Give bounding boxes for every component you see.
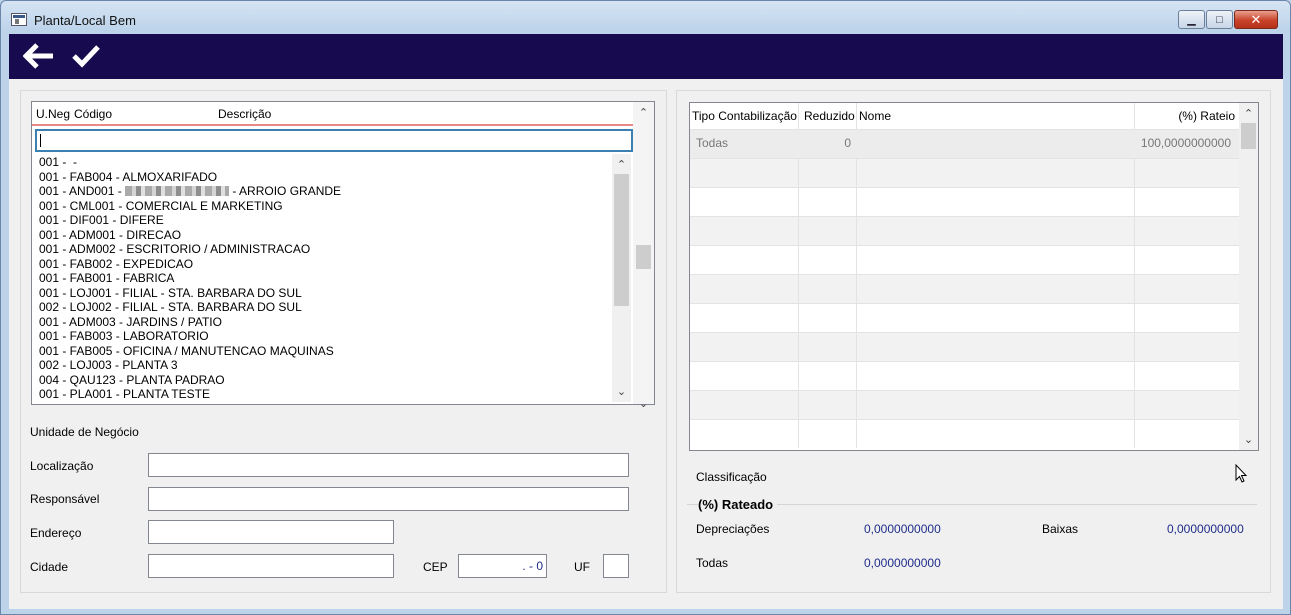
list-item[interactable]: 001 - DIF001 - DIFERE (39, 213, 164, 228)
list-item[interactable]: 001 - AND001 - - ARROIO GRANDE (39, 184, 341, 199)
scroll-thumb[interactable] (636, 245, 651, 269)
list-item[interactable]: 001 - FAB005 - OFICINA / MANUTENCAO MAQU… (39, 344, 334, 359)
col-codigo: Código (74, 107, 113, 121)
maximize-icon: □ (1216, 13, 1223, 26)
grid-header: Tipo Contabilização Reduzido Nome (%) Ra… (690, 103, 1239, 129)
baixas-value: 0,0000000000 (1167, 522, 1244, 536)
list-item[interactable]: 001 - FAB003 - LABORATORIO (39, 329, 209, 344)
cep-field[interactable]: . - 0 (458, 554, 547, 578)
search-input[interactable] (35, 129, 633, 152)
scroll-up-icon[interactable]: ⌃ (1239, 105, 1258, 122)
table-row[interactable] (690, 361, 1239, 390)
uf-field[interactable] (603, 554, 629, 578)
list-item[interactable]: 004 - QAU123 - PLANTA PADRAO (39, 373, 225, 388)
cidade-field[interactable] (148, 554, 394, 578)
list-item[interactable]: 001 - ADM002 - ESCRITORIO / ADMINISTRACA… (39, 242, 310, 257)
table-row[interactable] (690, 303, 1239, 332)
col-rateio: (%) Rateio (1178, 109, 1235, 123)
confirm-button[interactable] (69, 40, 103, 72)
back-button[interactable] (22, 40, 56, 72)
scroll-thumb[interactable] (614, 174, 629, 306)
list-item[interactable]: 001 - FAB001 - FABRICA (39, 271, 174, 286)
grid-scrollbar[interactable]: ⌃ ⌄ (1239, 103, 1258, 450)
table-row[interactable] (690, 187, 1239, 216)
checkmark-icon (72, 45, 100, 68)
responsavel-label: Responsável (30, 492, 100, 506)
maximize-button[interactable]: □ (1206, 10, 1233, 29)
unidade-label: Unidade de Negócio (30, 425, 139, 439)
close-icon: ✕ (1250, 11, 1262, 27)
list-item[interactable]: 001 - FAB002 - EXPEDICAO (39, 257, 193, 272)
cell-reduzido: 0 (844, 136, 851, 150)
list-item[interactable]: 001 - ADM003 - JARDINS / PATIO (39, 315, 222, 330)
planta-listbox[interactable]: U.Neg Código Descrição ⌃ ⌄ 001 - - 001 -… (31, 101, 655, 410)
list-header: U.Neg Código Descrição (32, 102, 633, 126)
todas-value: 0,0000000000 (864, 556, 941, 570)
scroll-up-icon[interactable]: ⌃ (612, 156, 631, 173)
col-tipo: Tipo Contabilização (692, 109, 797, 123)
list-item[interactable]: 001 - ADM001 - DIRECAO (39, 228, 181, 243)
table-row[interactable] (690, 216, 1239, 245)
cell-rateio: 100,0000000000 (1140, 136, 1231, 150)
list-item[interactable]: 001 - - (39, 155, 77, 170)
scroll-down-icon[interactable]: ⌄ (633, 395, 654, 412)
list-item[interactable]: 001 - LOJ001 - FILIAL - STA. BARBARA DO … (39, 286, 302, 301)
list-item[interactable]: 002 - LOJ003 - PLANTA 3 (39, 358, 178, 373)
col-nome: Nome (859, 109, 892, 123)
responsavel-field[interactable] (148, 487, 629, 511)
table-row[interactable] (690, 332, 1239, 361)
rateio-grid[interactable]: Tipo Contabilização Reduzido Nome (%) Ra… (689, 102, 1259, 451)
app-icon (11, 13, 27, 26)
scroll-up-icon[interactable]: ⌃ (633, 104, 654, 121)
list-scrollbar[interactable]: ⌃ ⌄ (633, 102, 654, 410)
toolbar (9, 34, 1283, 79)
scroll-down-icon[interactable]: ⌄ (612, 383, 631, 400)
dropdown-scrollbar[interactable]: ⌃ ⌄ (612, 154, 631, 402)
list-item[interactable]: 001 - FAB004 - ALMOXARIFADO (39, 170, 217, 185)
list-item[interactable]: 002 - LOJ002 - FILIAL - STA. BARBARA DO … (39, 300, 302, 315)
cidade-label: Cidade (30, 560, 69, 574)
list-item[interactable]: 001 - PLA001 - PLANTA TESTE (39, 387, 210, 402)
baixas-label: Baixas (1042, 522, 1079, 536)
mouse-cursor-icon (1235, 464, 1248, 483)
table-row[interactable] (690, 245, 1239, 274)
table-row[interactable] (690, 419, 1239, 448)
minimize-button[interactable]: ▁ (1178, 10, 1205, 29)
redacted-text (125, 186, 230, 196)
localizacao-field[interactable] (148, 453, 629, 477)
todas-label: Todas (696, 556, 729, 570)
rateado-group (687, 504, 1257, 604)
scroll-down-icon[interactable]: ⌄ (1239, 431, 1258, 448)
table-row[interactable] (690, 274, 1239, 303)
list-item[interactable]: 001 - CML001 - COMERCIAL E MARKETING (39, 199, 283, 214)
table-row[interactable] (690, 390, 1239, 419)
table-row[interactable]: Todas 0 100,0000000000 (690, 129, 1239, 158)
window-title: Planta/Local Bem (34, 13, 136, 28)
scroll-thumb[interactable] (1241, 123, 1256, 149)
depreciacoes-label: Depreciações (696, 522, 770, 536)
dropdown-list[interactable]: 001 - - 001 - FAB004 - ALMOXARIFADO 001 … (35, 154, 631, 402)
close-button[interactable]: ✕ (1234, 10, 1278, 29)
localizacao-label: Localização (30, 459, 94, 473)
col-descricao: Descrição (218, 107, 272, 121)
col-uneg: U.Neg (36, 107, 71, 121)
endereco-label: Endereço (30, 526, 82, 540)
title-bar: Planta/Local Bem ▁ □ ✕ (1, 1, 1290, 34)
endereco-field[interactable] (148, 520, 394, 544)
table-row[interactable] (690, 158, 1239, 187)
cell-tipo: Todas (696, 136, 729, 150)
client-area: U.Neg Código Descrição ⌃ ⌄ 001 - - 001 -… (9, 79, 1283, 609)
arrow-left-icon (23, 43, 53, 69)
window: Planta/Local Bem ▁ □ ✕ U.Neg Código Desc… (0, 0, 1291, 615)
depreciacoes-value: 0,0000000000 (864, 522, 941, 536)
classificacao-label: Classificação (696, 470, 767, 484)
cep-label: CEP (423, 560, 448, 574)
uf-label: UF (574, 560, 590, 574)
minimize-icon: ▁ (1187, 14, 1196, 26)
rateado-title: (%) Rateado (698, 497, 778, 512)
col-reduzido: Reduzido (804, 109, 855, 123)
